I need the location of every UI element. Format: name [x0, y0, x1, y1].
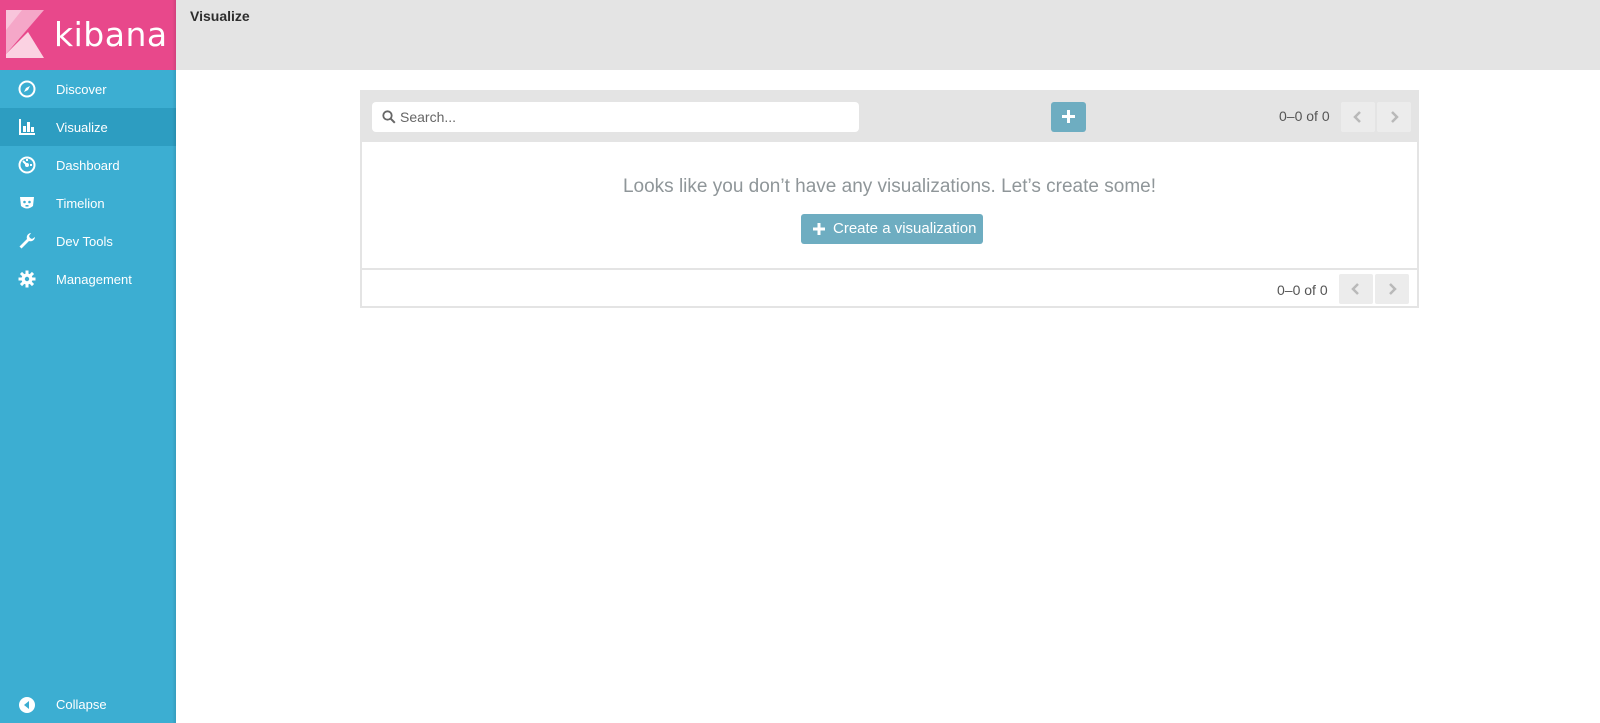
visualizations-panel: 0–0 of 0 Looks like you don’t have any v… — [360, 90, 1419, 308]
sidebar-item-discover[interactable]: Discover — [0, 70, 176, 108]
kibana-app: kibana Discover Visualize Dashboard Time… — [0, 0, 1600, 723]
dashboard-gauge-icon — [18, 156, 36, 174]
search-box — [372, 102, 859, 132]
plus-icon — [1062, 110, 1075, 123]
empty-state: Looks like you don’t have any visualizat… — [362, 142, 1417, 270]
kibana-logo-icon — [6, 10, 44, 58]
chevron-right-icon — [1389, 283, 1397, 295]
sidebar-item-label: Timelion — [56, 195, 105, 211]
create-visualization-label: Create a visualization — [833, 220, 977, 237]
sidebar-item-dashboard[interactable]: Dashboard — [0, 146, 176, 184]
chevron-left-icon — [1351, 283, 1359, 295]
sidebar-nav: Discover Visualize Dashboard Timelion De… — [0, 70, 176, 298]
gear-icon — [18, 270, 36, 288]
sidebar-item-visualize[interactable]: Visualize — [0, 108, 176, 146]
kibana-logo[interactable]: kibana — [0, 0, 176, 70]
plus-icon — [813, 223, 825, 235]
pager-count: 0–0 of 0 — [1279, 108, 1330, 124]
compass-icon — [18, 80, 36, 98]
search-icon — [382, 110, 396, 124]
chevron-right-icon — [1391, 111, 1399, 123]
panel-toolbar: 0–0 of 0 — [362, 92, 1417, 142]
collapse-arrow-icon — [19, 697, 35, 713]
empty-state-message: Looks like you don’t have any visualizat… — [622, 176, 1156, 197]
sidebar-item-label: Visualize — [56, 119, 108, 135]
collapse-button[interactable]: Collapse — [0, 685, 176, 723]
chevron-left-icon — [1353, 111, 1361, 123]
sidebar-item-label: Management — [56, 271, 132, 287]
panel-footer: 0–0 of 0 — [362, 270, 1417, 308]
next-page-button[interactable] — [1375, 274, 1409, 304]
previous-page-button[interactable] — [1339, 274, 1373, 304]
top-bar: Visualize — [176, 0, 1600, 70]
timelion-icon — [20, 197, 34, 209]
page-title: Visualize — [190, 8, 250, 24]
sidebar-item-dev-tools[interactable]: Dev Tools — [0, 222, 176, 260]
bar-chart-icon — [19, 119, 35, 135]
create-visualization-button[interactable]: Create a visualization — [801, 214, 983, 244]
add-visualization-button[interactable] — [1051, 102, 1086, 132]
previous-page-button[interactable] — [1341, 102, 1375, 132]
wrench-icon — [19, 233, 35, 249]
sidebar-item-label: Dev Tools — [56, 233, 113, 249]
pager-count: 0–0 of 0 — [1277, 282, 1328, 298]
sidebar-item-timelion[interactable]: Timelion — [0, 184, 176, 222]
sidebar-item-label: Dashboard — [56, 157, 120, 173]
brand-wordmark: kibana — [54, 15, 168, 54]
sidebar-item-management[interactable]: Management — [0, 260, 176, 298]
sidebar: kibana Discover Visualize Dashboard Time… — [0, 0, 176, 723]
next-page-button[interactable] — [1377, 102, 1411, 132]
collapse-label: Collapse — [56, 697, 107, 712]
sidebar-item-label: Discover — [56, 81, 107, 97]
search-input[interactable] — [400, 102, 850, 132]
